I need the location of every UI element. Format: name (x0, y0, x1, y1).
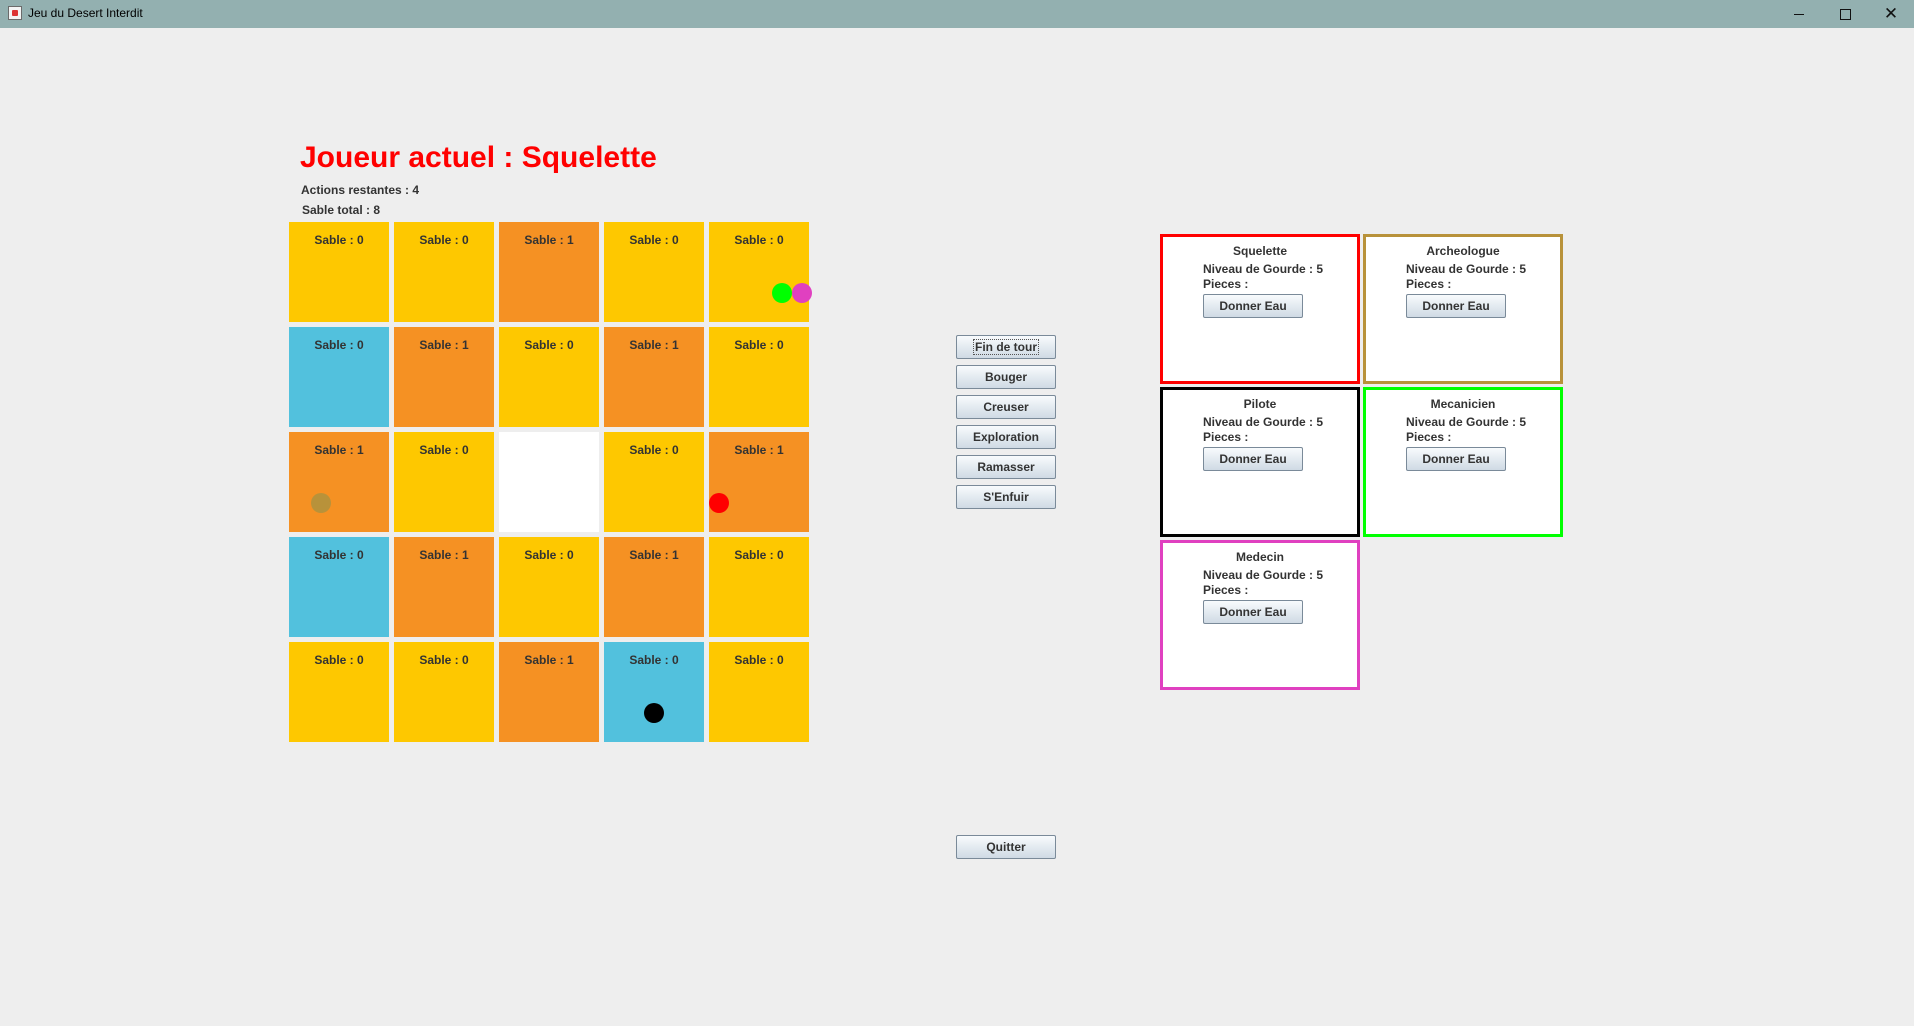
player-name: Squelette (1232, 244, 1287, 258)
gourd-level: Niveau de Gourde : 5 (1203, 262, 1324, 276)
tile-sand-label: Sable : 1 (524, 653, 574, 667)
actions-remaining: Actions restantes : 4 (301, 183, 420, 197)
give-water-button[interactable]: Donner Eau (1203, 447, 1303, 471)
board-tile[interactable]: Sable : 1 (394, 327, 494, 427)
tile-sand-label: Sable : 0 (314, 338, 364, 352)
give-water-button[interactable]: Donner Eau (1203, 600, 1303, 624)
tile-sand-label: Sable : 0 (629, 653, 679, 667)
board-tile[interactable]: Sable : 0 (499, 537, 599, 637)
player-card-medecin: Medecin Niveau de Gourde : 5 Pieces : Donne… (1160, 540, 1360, 690)
pawn-archeologue (311, 493, 331, 513)
board-tile[interactable]: Sable : 0 (289, 222, 389, 322)
gourd-level: Niveau de Gourde : 5 (1203, 568, 1324, 582)
tile-sand-label: Sable : 0 (524, 548, 574, 562)
pieces-label: Pieces : (1203, 430, 1249, 444)
give-water-button[interactable]: Donner Eau (1406, 294, 1506, 318)
board-tile[interactable]: Sable : 1 (499, 642, 599, 742)
tile-sand-label: Sable : 0 (419, 233, 469, 247)
board-tile[interactable]: Sable : 0 (604, 642, 704, 742)
board-tile[interactable]: Sable : 0 (394, 642, 494, 742)
player-card-squelette: Squelette Niveau de Gourde : 5 Pieces : Don… (1160, 234, 1360, 384)
board-tile[interactable]: Sable : 0 (289, 642, 389, 742)
board-tile[interactable]: Sable : 0 (499, 327, 599, 427)
pawn-squelette (709, 493, 729, 513)
board-tile[interactable] (499, 432, 599, 532)
player-name: Archeologue (1426, 244, 1500, 258)
board-tile[interactable]: Sable : 1 (604, 327, 704, 427)
pieces-label: Pieces : (1203, 583, 1249, 597)
pawn-mecanicien (772, 283, 792, 303)
desert-board: Sable : 0 Sable : 0 Sable : 1 Sable : 0 Sabl… (289, 222, 812, 742)
maximize-icon[interactable] (1822, 0, 1868, 28)
gourd-level: Niveau de Gourde : 5 (1406, 262, 1527, 276)
pawn-pilote (644, 703, 664, 723)
tile-sand-label: Sable : 0 (314, 653, 364, 667)
gourd-level: Niveau de Gourde : 5 (1203, 415, 1324, 429)
board-tile[interactable]: Sable : 0 (289, 327, 389, 427)
tile-sand-label: Sable : 1 (314, 443, 364, 457)
move-button[interactable]: Bouger (956, 365, 1056, 389)
board-tile[interactable]: Sable : 0 (394, 432, 494, 532)
player-card-pilote: Pilote Niveau de Gourde : 5 Pieces : Donner… (1160, 387, 1360, 537)
escape-button[interactable]: S'Enfuir (956, 485, 1056, 509)
give-water-button[interactable]: Donner Eau (1203, 294, 1303, 318)
tile-sand-label: Sable : 0 (734, 653, 784, 667)
board-tile[interactable]: Sable : 0 (709, 642, 809, 742)
tile-sand-label: Sable : 0 (419, 443, 469, 457)
board-tile[interactable]: Sable : 0 (709, 537, 809, 637)
pieces-label: Pieces : (1406, 430, 1452, 444)
board-tile[interactable]: Sable : 0 (394, 222, 494, 322)
pick-up-button[interactable]: Ramasser (956, 455, 1056, 479)
tile-sand-label: Sable : 0 (314, 233, 364, 247)
explore-button[interactable]: Exploration (956, 425, 1056, 449)
give-water-button[interactable]: Donner Eau (1406, 447, 1506, 471)
player-name: Medecin (1235, 550, 1284, 564)
tile-sand-label: Sable : 0 (734, 338, 784, 352)
minimize-icon[interactable] (1776, 0, 1822, 28)
tile-sand-label: Sable : 1 (734, 443, 784, 457)
tile-sand-label: Sable : 0 (524, 338, 574, 352)
board-tile[interactable]: Sable : 1 (709, 432, 809, 532)
player-card-archeologue: Archeologue Niveau de Gourde : 5 Pieces : D… (1363, 234, 1563, 384)
java-app-icon (8, 6, 22, 20)
end-turn-button[interactable]: Fin de tour (956, 335, 1056, 359)
tile-sand-label: Sable : 1 (524, 233, 574, 247)
close-icon[interactable]: ✕ (1868, 0, 1914, 28)
board-tile[interactable]: Sable : 1 (394, 537, 494, 637)
tile-sand-label: Sable : 0 (314, 548, 364, 562)
tile-sand-label: Sable : 0 (734, 233, 784, 247)
board-tile[interactable]: Sable : 1 (499, 222, 599, 322)
tile-sand-label: Sable : 0 (419, 653, 469, 667)
tile-sand-label: Sable : 0 (734, 548, 784, 562)
pieces-label: Pieces : (1406, 277, 1452, 291)
board-tile[interactable]: Sable : 0 (604, 222, 704, 322)
board-tile[interactable]: Sable : 0 (604, 432, 704, 532)
dig-button[interactable]: Creuser (956, 395, 1056, 419)
tile-sand-label: Sable : 0 (629, 443, 679, 457)
board-tile[interactable]: Sable : 0 (289, 537, 389, 637)
board-tile[interactable]: Sable : 0 (709, 222, 812, 322)
tile-sand-label: Sable : 0 (629, 233, 679, 247)
gourd-level: Niveau de Gourde : 5 (1406, 415, 1527, 429)
tile-sand-label: Sable : 1 (629, 338, 679, 352)
sand-total: Sable total : 8 (302, 203, 381, 217)
window-title: Jeu du Desert Interdit (28, 6, 143, 20)
pieces-label: Pieces : (1203, 277, 1249, 291)
tile-sand-label: Sable : 1 (419, 548, 469, 562)
pawn-medecin (792, 283, 812, 303)
board-tile[interactable]: Sable : 0 (709, 327, 809, 427)
tile-sand-label: Sable : 1 (419, 338, 469, 352)
tile-sand-label: Sable : 1 (629, 548, 679, 562)
player-name: Pilote (1243, 397, 1277, 411)
title-bar: Jeu du Desert Interdit ✕ (0, 0, 1914, 28)
board-tile[interactable]: Sable : 1 (289, 432, 389, 532)
player-name: Mecanicien (1430, 397, 1496, 411)
player-card-mecanicien: Mecanicien Niveau de Gourde : 5 Pieces : Do… (1363, 387, 1563, 537)
board-tile[interactable]: Sable : 1 (604, 537, 704, 637)
current-player-title: Joueur actuel : Squelette (300, 141, 657, 174)
quit-button[interactable]: Quitter (956, 835, 1056, 859)
